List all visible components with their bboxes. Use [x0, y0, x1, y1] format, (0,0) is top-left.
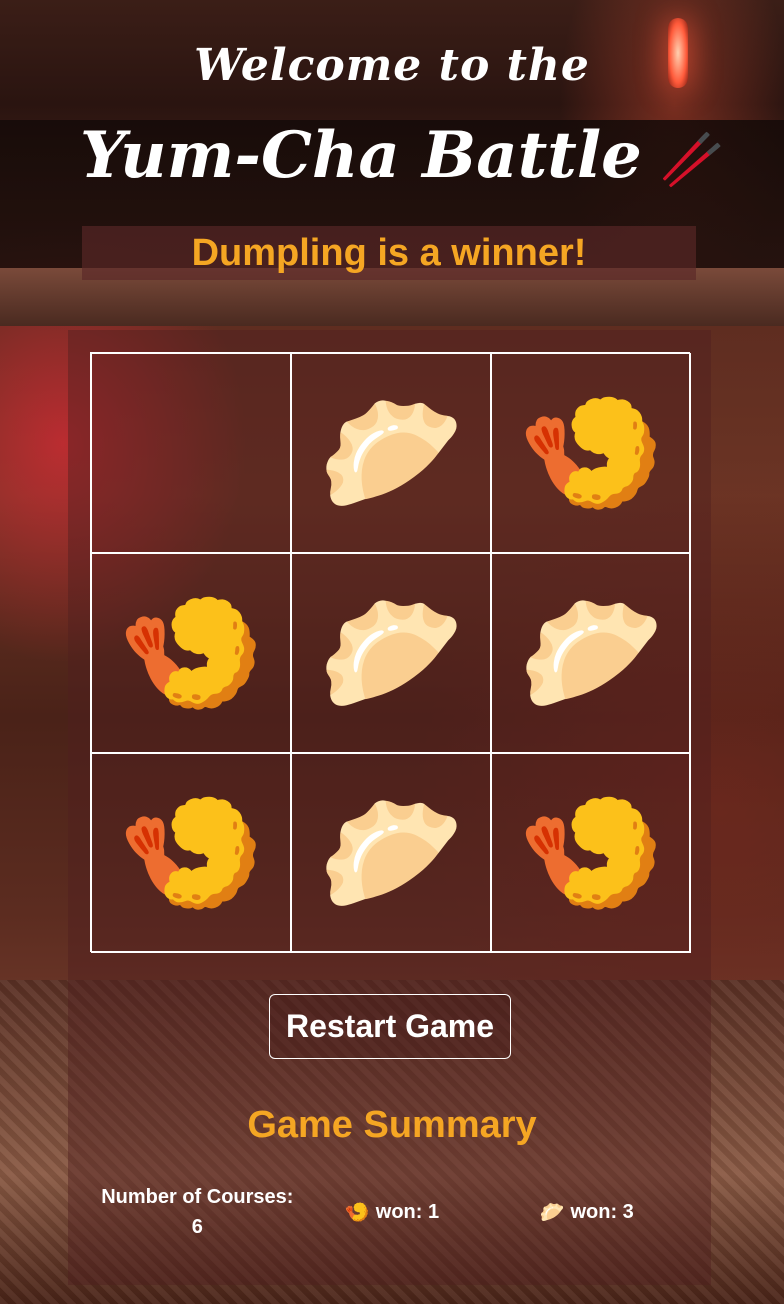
shrimp-score: 🍤 won: 1: [295, 1200, 490, 1225]
board-cell-4[interactable]: 🍤: [91, 553, 291, 753]
shrimp-icon: 🍤: [517, 784, 665, 922]
dumpling-icon: 🥟: [517, 584, 665, 722]
dumpling-icon: 🥟: [317, 784, 465, 922]
shrimp-icon: 🍤: [344, 1201, 370, 1224]
board-cell-6[interactable]: 🥟: [491, 553, 691, 753]
board-cell-1[interactable]: [91, 353, 291, 553]
game-summary: Number of Courses: 6 🍤 won: 1 🥟 won: 3: [100, 1180, 684, 1244]
dumpling-score: 🥟 won: 3: [489, 1200, 684, 1225]
game-title: Yum-Cha Battle 🥢: [80, 118, 725, 193]
board-cell-2[interactable]: 🥟: [291, 353, 491, 553]
board-cell-3[interactable]: 🍤: [491, 353, 691, 553]
dumpling-icon: 🥟: [539, 1201, 565, 1224]
welcome-heading: Welcome to the: [194, 40, 590, 91]
board-cell-5[interactable]: 🥟: [291, 553, 491, 753]
shrimp-icon: 🍤: [117, 584, 265, 722]
game-board: 🥟 🍤 🍤 🥟 🥟 🍤 🥟 🍤: [90, 352, 691, 953]
dumpling-icon: 🥟: [317, 384, 465, 522]
winner-message: Dumpling is a winner!: [191, 231, 587, 274]
game-summary-heading: Game Summary: [247, 1104, 537, 1146]
shrimp-icon: 🍤: [117, 784, 265, 922]
shrimp-won-text: won: 1: [375, 1200, 440, 1223]
board-cell-8[interactable]: 🥟: [291, 753, 491, 953]
board-cell-9[interactable]: 🍤: [491, 753, 691, 953]
dumpling-icon: 🥟: [317, 584, 465, 722]
restart-game-button[interactable]: Restart Game: [269, 994, 511, 1059]
courses-count: Number of Courses: 6: [101, 1186, 294, 1238]
dumpling-won-text: won: 3: [570, 1200, 634, 1223]
board-cell-7[interactable]: 🍤: [91, 753, 291, 953]
shrimp-icon: 🍤: [517, 384, 665, 522]
chopsticks-icon: 🥢: [659, 129, 725, 190]
status-banner: Dumpling is a winner!: [82, 226, 696, 280]
game-title-text: Yum-Cha Battle: [80, 118, 642, 193]
